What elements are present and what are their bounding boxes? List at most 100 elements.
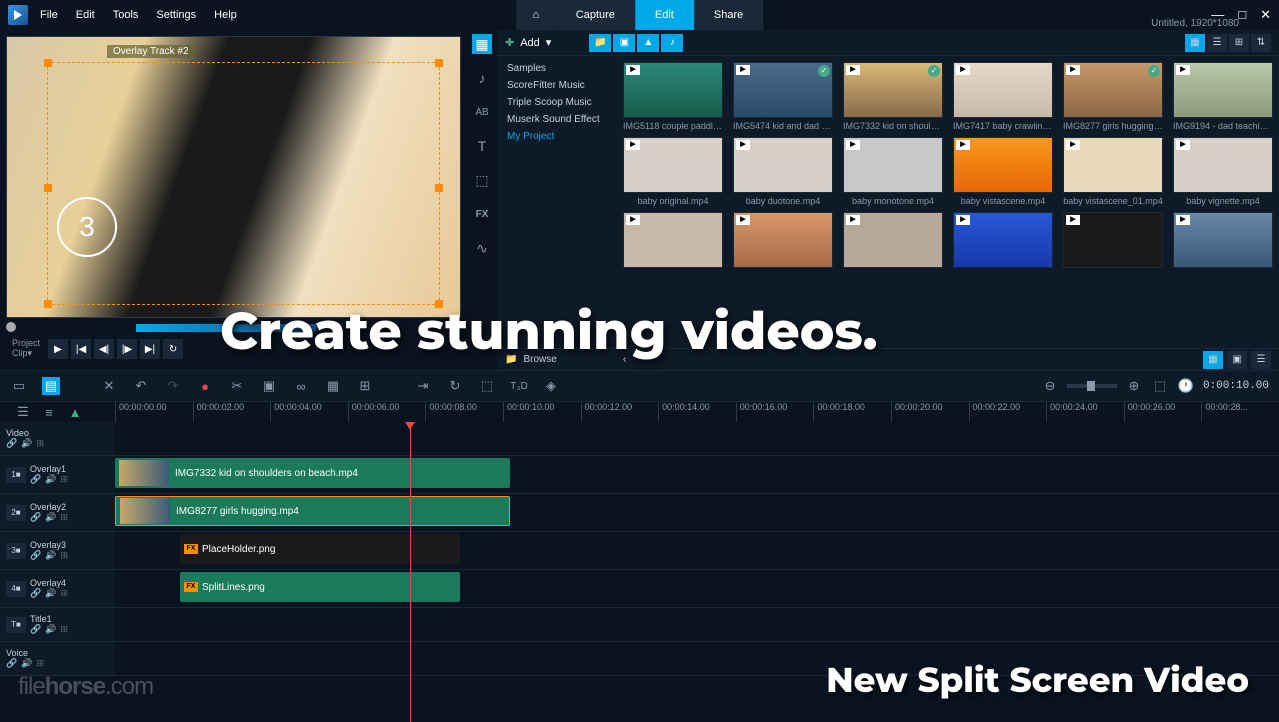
footer-btn-2[interactable]: ▣ bbox=[1227, 351, 1247, 369]
undo-button[interactable]: ↶ bbox=[132, 377, 150, 395]
rotate-button[interactable]: ↻ bbox=[446, 377, 464, 395]
timeline-clip[interactable]: IMG7332 kid on shoulders on beach.mp4 bbox=[115, 458, 510, 488]
ruler-tick[interactable]: 00:00:02.00 bbox=[193, 402, 271, 422]
crop-button[interactable]: ⬚ bbox=[478, 377, 496, 395]
redo-button[interactable]: ↷ bbox=[164, 377, 182, 395]
resize-handle[interactable] bbox=[44, 300, 52, 308]
title-tool[interactable]: T bbox=[472, 136, 492, 156]
link-icon[interactable]: 🔗 bbox=[30, 588, 41, 599]
view-grid[interactable]: ⊞ bbox=[1229, 34, 1249, 52]
collapse-tree-button[interactable]: ‹ bbox=[623, 354, 626, 365]
timeline-view[interactable]: ▤ bbox=[42, 377, 60, 395]
marker-button[interactable]: ▣ bbox=[260, 377, 278, 395]
track-header[interactable]: T■Title1🔗 🔊 ⊞ bbox=[0, 608, 115, 641]
ruler-tick[interactable]: 00:00:16.00 bbox=[736, 402, 814, 422]
track-lane[interactable]: FXSplitLines.png bbox=[115, 570, 1279, 607]
filter-video[interactable]: ▣ bbox=[613, 34, 635, 52]
play-button[interactable]: ▶ bbox=[48, 339, 68, 359]
maximize-button[interactable]: □ bbox=[1238, 7, 1246, 23]
filter-audio[interactable]: ♪ bbox=[661, 34, 683, 52]
menu-help[interactable]: Help bbox=[214, 9, 237, 21]
media-tool[interactable]: ▦ bbox=[472, 34, 492, 54]
track-header[interactable]: 2■Overlay2🔗 🔊 ⊞ bbox=[0, 494, 115, 531]
media-thumbnail[interactable]: ▶ bbox=[1173, 212, 1273, 268]
track-header[interactable]: 3■Overlay3🔗 🔊 ⊞ bbox=[0, 532, 115, 569]
link-icon[interactable]: 🔗 bbox=[30, 550, 41, 561]
timeline-clip[interactable]: FXSplitLines.png bbox=[180, 572, 460, 602]
tab-share[interactable]: Share bbox=[694, 0, 763, 30]
tree-item[interactable]: My Project bbox=[497, 128, 617, 145]
media-thumbnail[interactable]: ▶IMG9194 - dad teaching daught.. bbox=[1173, 62, 1273, 131]
mask-button[interactable]: ◈ bbox=[542, 377, 560, 395]
link-icon[interactable]: 🔗 bbox=[30, 512, 41, 523]
media-thumbnail[interactable]: ▶baby vistascene_01.mp4 bbox=[1063, 137, 1163, 206]
lock-icon[interactable]: ⊞ bbox=[60, 624, 68, 635]
link-icon[interactable]: 🔗 bbox=[30, 624, 41, 635]
link-icon[interactable]: 🔗 bbox=[30, 474, 41, 485]
ruler-tick[interactable]: 00:00:04.00 bbox=[270, 402, 348, 422]
media-thumbnail[interactable]: ▶✓IMG8277 girls hugging.mp4 bbox=[1063, 62, 1163, 131]
zoom-slider[interactable] bbox=[1067, 384, 1117, 388]
track-header[interactable]: Video🔗 🔊 ⊞ bbox=[0, 422, 115, 455]
3d-title-button[interactable]: T₃D bbox=[510, 377, 528, 395]
link-icon[interactable]: 🔗 bbox=[6, 438, 17, 449]
track-lane[interactable] bbox=[115, 608, 1279, 641]
track-header[interactable]: 1■Overlay1🔗 🔊 ⊞ bbox=[0, 456, 115, 493]
mute-icon[interactable]: 🔊 bbox=[21, 438, 32, 449]
view-list[interactable]: ☰ bbox=[1207, 34, 1227, 52]
ruler-tick[interactable]: 00:00:08.00 bbox=[425, 402, 503, 422]
ruler-tick[interactable]: 00:00:12.00 bbox=[581, 402, 659, 422]
loop-button[interactable]: ↻ bbox=[163, 339, 183, 359]
tree-item[interactable]: ScoreFitter Music bbox=[497, 77, 617, 94]
resize-handle[interactable] bbox=[435, 184, 443, 192]
media-thumbnail[interactable]: ▶ bbox=[1063, 212, 1163, 268]
footer-btn-3[interactable]: ☰ bbox=[1251, 351, 1271, 369]
media-thumbnail[interactable]: ▶IMG7417 baby crawling.mp4 bbox=[953, 62, 1053, 131]
mute-icon[interactable]: 🔊 bbox=[45, 474, 56, 485]
lock-icon[interactable]: ⊞ bbox=[60, 588, 68, 599]
media-thumbnail[interactable]: ▶✓IMG7332 kid on shoulders on b.. bbox=[843, 62, 943, 131]
track-lane[interactable] bbox=[115, 642, 1279, 675]
fx-tool[interactable]: FX bbox=[472, 204, 492, 224]
resize-handle[interactable] bbox=[44, 184, 52, 192]
menu-edit[interactable]: Edit bbox=[76, 9, 95, 21]
browse-label[interactable]: Browse bbox=[523, 354, 556, 365]
playhead[interactable] bbox=[410, 422, 411, 722]
lock-icon[interactable]: ⊞ bbox=[60, 512, 68, 523]
ruler-tick[interactable]: 00:00:28... bbox=[1201, 402, 1279, 422]
media-thumbnail[interactable]: ▶ bbox=[843, 212, 943, 268]
tab-home[interactable]: ⌂ bbox=[516, 0, 556, 30]
path-tool[interactable]: ∿ bbox=[472, 238, 492, 258]
mute-icon[interactable]: 🔊 bbox=[45, 550, 56, 561]
next-frame-button[interactable]: |▶ bbox=[117, 339, 137, 359]
fit-button[interactable]: ⬚ bbox=[1151, 377, 1169, 395]
ruler-tick[interactable]: 00:00:20.00 bbox=[891, 402, 969, 422]
media-thumbnail[interactable]: ▶baby duotone.mp4 bbox=[733, 137, 833, 206]
transition-tool[interactable]: AB bbox=[472, 102, 492, 122]
resize-handle[interactable] bbox=[435, 300, 443, 308]
media-thumbnail[interactable]: ▶✓IMG5474 kid and dad on water l.. bbox=[733, 62, 833, 131]
group-button[interactable]: ▦ bbox=[324, 377, 342, 395]
mute-icon[interactable]: 🔊 bbox=[45, 624, 56, 635]
media-thumbnail[interactable]: ▶IMG5118 couple paddle boardin.. bbox=[623, 62, 723, 131]
media-thumbnail[interactable]: ▶ bbox=[623, 212, 723, 268]
ripple-button[interactable]: ⇥ bbox=[414, 377, 432, 395]
track-lane[interactable] bbox=[115, 422, 1279, 455]
mute-icon[interactable]: 🔊 bbox=[45, 512, 56, 523]
tree-item[interactable]: Muserk Sound Effect bbox=[497, 111, 617, 128]
link-button[interactable]: ∞ bbox=[292, 377, 310, 395]
track-header[interactable]: Voice🔗 🔊 ⊞ bbox=[0, 642, 115, 675]
ruler-tick[interactable]: 00:00:26.00 bbox=[1124, 402, 1202, 422]
browse-icon[interactable]: 📁 bbox=[505, 354, 517, 365]
zoom-in-button[interactable]: ⊕ bbox=[1125, 377, 1143, 395]
lock-icon[interactable]: ⊞ bbox=[36, 438, 44, 449]
menu-tools[interactable]: Tools bbox=[113, 9, 139, 21]
media-thumbnail[interactable]: ▶baby original.mp4 bbox=[623, 137, 723, 206]
timeline-clip[interactable]: FXPlaceHolder.png bbox=[180, 534, 460, 564]
preview-viewport[interactable]: Overlay Track #2 3 bbox=[6, 36, 461, 318]
ruler-opt-1[interactable]: ☰ bbox=[14, 403, 32, 421]
resize-handle[interactable] bbox=[44, 59, 52, 67]
menu-file[interactable]: File bbox=[40, 9, 58, 21]
ruler-tick[interactable]: 00:00:06.00 bbox=[348, 402, 426, 422]
filter-folder[interactable]: 📁 bbox=[589, 34, 611, 52]
